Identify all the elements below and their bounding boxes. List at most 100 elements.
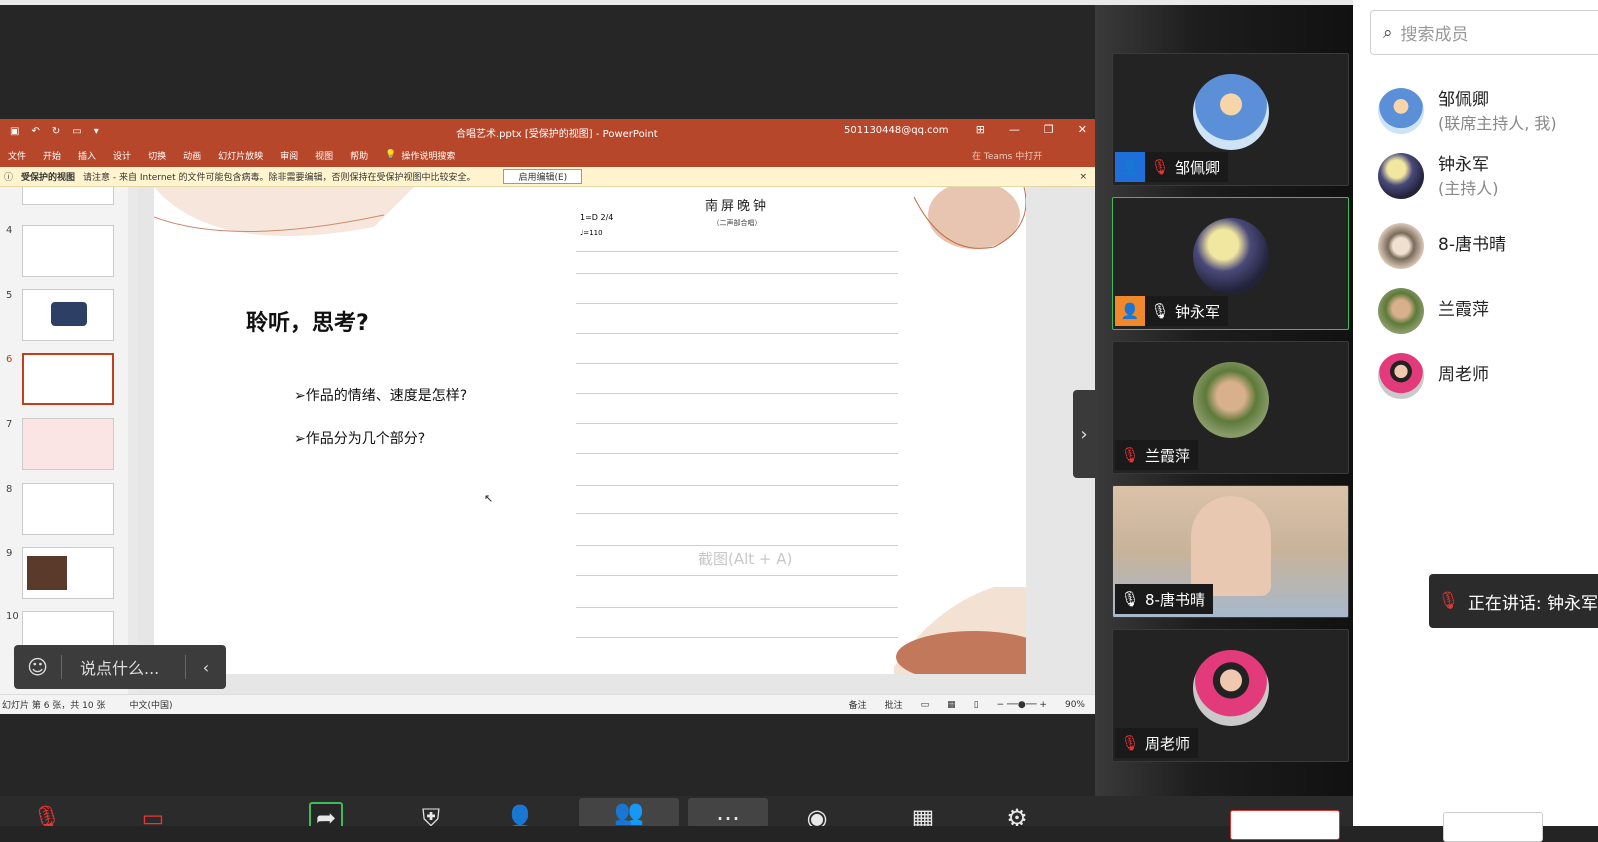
tab-slideshow[interactable]: 幻灯片放映 (218, 149, 263, 162)
participant-name: 邹佩卿 (1175, 158, 1221, 177)
protected-view-text: 请注意 - 来自 Internet 的文件可能包含病毒。除非需要编辑，否则保持在… (83, 173, 476, 183)
member-name: 邹佩卿 (1438, 90, 1489, 110)
chat-icon[interactable]: … (688, 798, 768, 826)
member-name: 兰霞萍 (1438, 300, 1489, 320)
apps-icon[interactable]: ▦ (906, 804, 940, 826)
member-item[interactable]: 钟永军 (主持人) (1378, 153, 1499, 201)
comments-button[interactable]: 批注 (885, 698, 903, 711)
video-tile[interactable]: 👤 🎙 邹佩卿 (1112, 53, 1349, 186)
slide-thumbnail[interactable] (22, 483, 114, 535)
powerpoint-window: ▣ ↶ ↻ ▭ ▾ 合唱艺术.pptx [受保护的视图] - PowerPoin… (0, 119, 1095, 714)
share-screen-icon[interactable]: ➦ (309, 802, 343, 826)
member-name: 钟永军 (1438, 155, 1489, 175)
tab-insert[interactable]: 插入 (78, 149, 96, 162)
host-badge-icon: 👤 (1115, 152, 1145, 182)
mic-toggle-icon[interactable]: 🎙 (30, 804, 64, 826)
teams-link[interactable]: 在 Teams 中打开 (972, 149, 1042, 162)
member-role: (联席主持人, 我) (1438, 114, 1557, 133)
chat-input-bar[interactable]: ☺ 说点什么... ‹ (14, 645, 226, 689)
camera-toggle-icon[interactable]: ▭ (136, 804, 170, 826)
settings-gear-icon[interactable]: ⚙ (1000, 804, 1034, 826)
slide-thumbnail-selected[interactable] (22, 353, 114, 405)
maximize-icon[interactable]: ❐ (1044, 123, 1054, 136)
emoji-icon[interactable]: ☺ (14, 655, 62, 679)
redo-icon[interactable]: ↻ (52, 126, 60, 137)
participants-button-icon[interactable]: 👥 (579, 798, 679, 826)
view-reading-icon[interactable]: ▯ (974, 700, 979, 710)
end-meeting-button[interactable] (1230, 810, 1340, 840)
slide-number: 7 (6, 419, 13, 430)
slide-bullet: ➢作品的情绪、速度是怎样? (294, 388, 468, 404)
video-tile[interactable]: 🎙 兰霞萍 (1112, 341, 1349, 474)
member-item[interactable]: 兰霞萍 (1378, 288, 1489, 334)
score-tempo: ♩=110 (580, 229, 603, 237)
more-icon[interactable]: ▾ (94, 126, 99, 137)
speaking-text: 正在讲话: 钟永军 (1467, 593, 1598, 614)
speaking-indicator: 🎙 正在讲话: 钟永军 (1429, 574, 1598, 628)
member-item[interactable]: 周老师 (1378, 353, 1489, 399)
tab-design[interactable]: 设计 (113, 149, 131, 162)
slide-canvas: 聆听，思考? ➢作品的情绪、速度是怎样? ➢作品分为几个部分? 南屏晚钟 （二声… (138, 187, 1095, 694)
mic-muted-icon: 🎙 (1120, 446, 1140, 464)
participant-name: 钟永军 (1175, 302, 1221, 321)
enable-editing-button[interactable]: 启用编辑(E) (503, 169, 583, 184)
thumbnail-scrollbar[interactable] (128, 187, 138, 694)
member-name: 8-唐书晴 (1438, 235, 1506, 255)
ribbon-display-icon[interactable]: ⊞ (976, 123, 985, 136)
video-label: 👤 🎙 邹佩卿 (1115, 152, 1229, 182)
member-item[interactable]: 8-唐书晴 (1378, 223, 1506, 269)
save-icon[interactable]: ▣ (10, 126, 19, 137)
close-bar-icon[interactable]: × (1079, 172, 1087, 182)
tab-home[interactable]: 开始 (43, 149, 61, 162)
account-name[interactable]: 501130448@qq.com (844, 125, 949, 136)
undo-icon[interactable]: ↶ (31, 126, 39, 137)
search-input[interactable]: 搜索成员 (1401, 20, 1469, 45)
minimize-icon[interactable]: — (1009, 123, 1020, 136)
language[interactable]: 中文(中国) (129, 698, 172, 711)
close-icon[interactable]: ✕ (1078, 123, 1087, 136)
view-normal-icon[interactable]: ▭ (921, 700, 930, 710)
avatar (1378, 88, 1424, 134)
view-sorter-icon[interactable]: ▦ (947, 700, 956, 710)
security-icon[interactable]: ⛨ (414, 804, 448, 826)
members-icon[interactable]: 👤 (503, 804, 537, 826)
mic-muted-icon: 🎙 (1437, 591, 1460, 611)
tell-me-search[interactable]: 操作说明搜索 (401, 149, 455, 162)
slide-thumbnail[interactable] (22, 418, 114, 470)
video-tile-camera[interactable]: 🎙 8-唐书晴 (1112, 485, 1349, 618)
collapse-sidebar-handle[interactable]: › (1073, 390, 1095, 478)
notes-button[interactable]: 备注 (849, 698, 867, 711)
slide-thumbnail[interactable] (22, 547, 114, 599)
participants-panel: ⌕ 搜索成员 邹佩卿 (联席主持人, 我) 钟永军 (主持人) 8-唐书晴 兰霞… (1353, 0, 1598, 826)
tab-review[interactable]: 审阅 (280, 149, 298, 162)
shield-icon: ⓘ (4, 173, 14, 183)
participant-name: 8-唐书晴 (1145, 590, 1205, 609)
tab-view[interactable]: 视图 (315, 149, 333, 162)
slide-number: 5 (6, 290, 13, 301)
video-tile-active[interactable]: 👤 🎙 钟永军 (1112, 197, 1349, 330)
record-icon[interactable]: ◉ (800, 804, 834, 826)
zoom-level[interactable]: 90% (1065, 700, 1085, 710)
tab-help[interactable]: 帮助 (350, 149, 368, 162)
video-gallery: 👤 🎙 邹佩卿 👤 🎙 钟永军 🎙 兰霞萍 🎙 8-唐书晴 🎙 周老师 (1095, 5, 1353, 796)
avatar (1193, 218, 1269, 294)
slide-thumbnail[interactable] (22, 289, 114, 341)
tab-animations[interactable]: 动画 (183, 149, 201, 162)
tab-file[interactable]: 文件 (8, 149, 26, 162)
chevron-left-icon[interactable]: ‹ (186, 658, 226, 677)
chat-input[interactable]: 说点什么... (62, 655, 186, 679)
search-members[interactable]: ⌕ 搜索成员 (1370, 10, 1598, 55)
panel-bottom-button[interactable] (1443, 812, 1543, 842)
slide-thumbnail[interactable] (22, 187, 114, 205)
participant-name: 兰霞萍 (1145, 446, 1191, 465)
participant-name: 周老师 (1145, 734, 1191, 753)
slide-thumbnail[interactable] (22, 225, 114, 277)
zoom-slider[interactable]: − ──●── + (997, 700, 1047, 710)
video-tile[interactable]: 🎙 周老师 (1112, 629, 1349, 762)
present-icon[interactable]: ▭ (72, 126, 81, 137)
tab-transitions[interactable]: 切换 (148, 149, 166, 162)
slide-heading: 聆听，思考? (246, 311, 369, 336)
slide-bullet: ➢作品分为几个部分? (294, 431, 426, 447)
member-item[interactable]: 邹佩卿 (联席主持人, 我) (1378, 88, 1557, 136)
slide-number: 10 (6, 611, 19, 622)
